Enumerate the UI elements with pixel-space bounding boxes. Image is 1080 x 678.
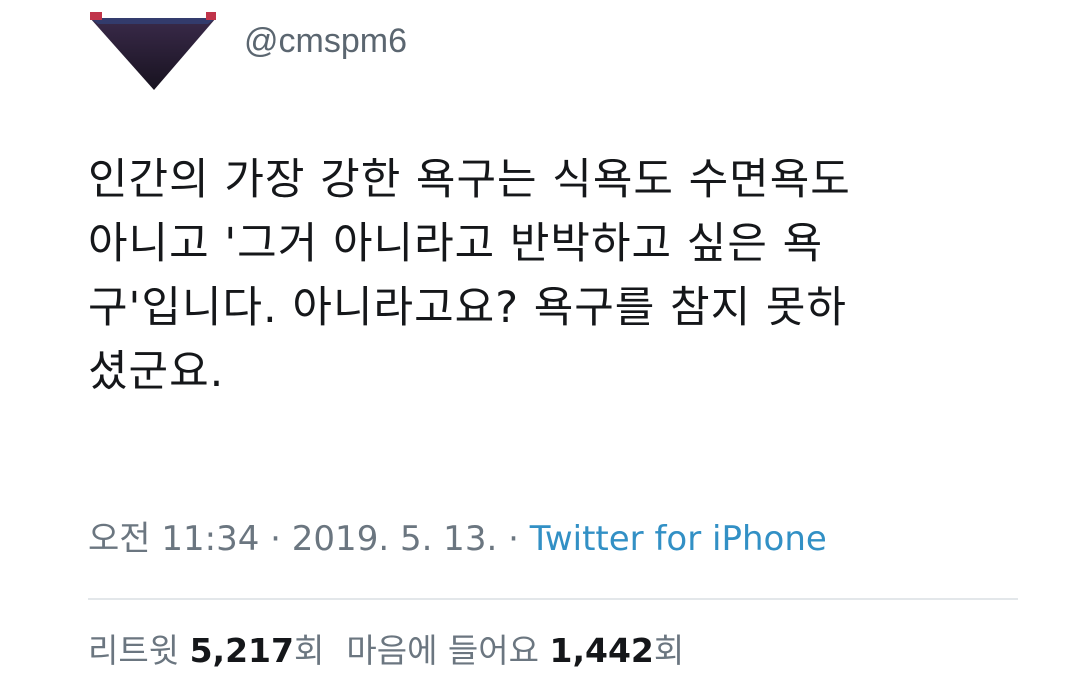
tweet-time[interactable]: 오전 11:34 — [88, 519, 259, 559]
like-suffix: 회 — [653, 631, 685, 670]
divider — [88, 598, 1018, 600]
tweet-line: 셨군요. — [88, 347, 225, 397]
tweet-date[interactable]: 2019. 5. 13. — [292, 519, 497, 559]
tweet-text: 인간의 가장 강한 욕구는 식욕도 수면욕도 아니고 '그거 아니라고 반박하고… — [88, 148, 1048, 404]
tweet-stats: 리트윗 5,217회 마음에 들어요 1,442회 — [88, 631, 684, 671]
avatar[interactable] — [86, 8, 226, 94]
tweet-line: 구'입니다. 아니라고요? 욕구를 참지 못하 — [88, 283, 847, 333]
meta-separator: · — [270, 519, 281, 559]
retweet-stat[interactable]: 리트윗 5,217회 — [88, 631, 324, 670]
tweet-line: 아니고 '그거 아니라고 반박하고 싶은 욕 — [88, 219, 824, 269]
retweet-count: 5,217 — [189, 631, 294, 670]
meta-separator: · — [508, 519, 519, 559]
author-handle[interactable]: @cmspm6 — [244, 24, 407, 58]
tweet-source-link[interactable]: Twitter for iPhone — [530, 519, 827, 559]
like-count: 1,442 — [549, 631, 654, 670]
tweet-meta: 오전 11:34 · 2019. 5. 13. · Twitter for iP… — [88, 519, 827, 560]
tweet-line: 인간의 가장 강한 욕구는 식욕도 수면욕도 — [88, 155, 851, 205]
like-stat[interactable]: 마음에 들어요 1,442회 — [346, 631, 684, 670]
retweet-suffix: 회 — [293, 631, 325, 670]
like-label: 마음에 들어요 — [346, 631, 540, 670]
retweet-label: 리트윗 — [88, 631, 180, 670]
